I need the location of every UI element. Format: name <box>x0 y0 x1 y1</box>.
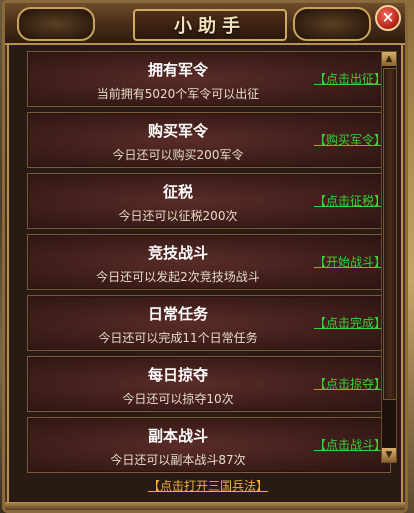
task-title: 副本战斗 <box>147 427 208 445</box>
task-description: 今日还可以发起2次竞技场战斗 <box>96 270 260 284</box>
task-title: 每日掠夺 <box>147 366 208 384</box>
scroll-down-icon[interactable]: ▼ <box>382 448 396 462</box>
dungeon-battle-link[interactable]: 【点击战斗】 <box>314 436 386 453</box>
task-row: 日常任务 今日还可以完成11个日常任务 【点击完成】 <box>27 295 391 351</box>
scrollbar[interactable]: ▲ ▼ <box>381 51 397 463</box>
task-title: 日常任务 <box>147 305 208 323</box>
task-row: 征税 今日还可以征税200次 【点击征税】 <box>27 173 391 229</box>
close-button[interactable]: × <box>375 5 401 31</box>
task-title: 征税 <box>162 183 193 201</box>
task-description: 当前拥有5020个军令可以出征 <box>96 87 260 101</box>
task-description: 今日还可以完成11个日常任务 <box>98 331 258 345</box>
task-row: 拥有军令 当前拥有5020个军令可以出征 【点击出征】 <box>27 51 391 107</box>
task-description: 今日还可以购买200军令 <box>112 148 244 162</box>
close-icon: × <box>381 8 395 26</box>
task-title: 拥有军令 <box>147 61 208 79</box>
task-row: 每日掠夺 今日还可以掠夺10次 【点击掠夺】 <box>27 356 391 412</box>
task-description: 今日还可以掠夺10次 <box>122 392 234 406</box>
open-art-of-war-link[interactable]: 【点击打开三国兵法】 <box>5 477 411 494</box>
scroll-up-icon[interactable]: ▲ <box>382 52 396 66</box>
task-row: 购买军令 今日还可以购买200军令 【购买军令】 <box>27 112 391 168</box>
title-plate: 小助手 <box>133 9 287 41</box>
task-description: 今日还可以副本战斗87次 <box>110 453 246 467</box>
title-bar: 小助手 × <box>5 3 405 45</box>
scroll-thumb[interactable] <box>383 68 397 400</box>
helper-window: 小助手 × 拥有军令 当前拥有5020个军令可以出征 【点击出征】 购买军令 今… <box>2 0 408 513</box>
task-description: 今日还可以征税200次 <box>118 209 238 223</box>
window-title: 小助手 <box>174 16 246 37</box>
task-title: 竞技战斗 <box>147 244 208 262</box>
task-list: 拥有军令 当前拥有5020个军令可以出征 【点击出征】 购买军令 今日还可以购买… <box>27 51 391 478</box>
start-battle-link[interactable]: 【开始战斗】 <box>314 253 386 270</box>
buy-orders-link[interactable]: 【购买军令】 <box>314 131 386 148</box>
bottom-border <box>5 502 405 510</box>
task-row: 副本战斗 今日还可以副本战斗87次 【点击战斗】 <box>27 417 391 473</box>
title-ornament-right <box>293 7 371 41</box>
plunder-link[interactable]: 【点击掠夺】 <box>314 375 386 392</box>
task-title: 购买军令 <box>147 122 208 140</box>
march-link[interactable]: 【点击出征】 <box>314 70 386 87</box>
title-ornament-left <box>17 7 95 41</box>
complete-link[interactable]: 【点击完成】 <box>314 314 386 331</box>
tax-link[interactable]: 【点击征税】 <box>314 192 386 209</box>
task-row: 竞技战斗 今日还可以发起2次竞技场战斗 【开始战斗】 <box>27 234 391 290</box>
